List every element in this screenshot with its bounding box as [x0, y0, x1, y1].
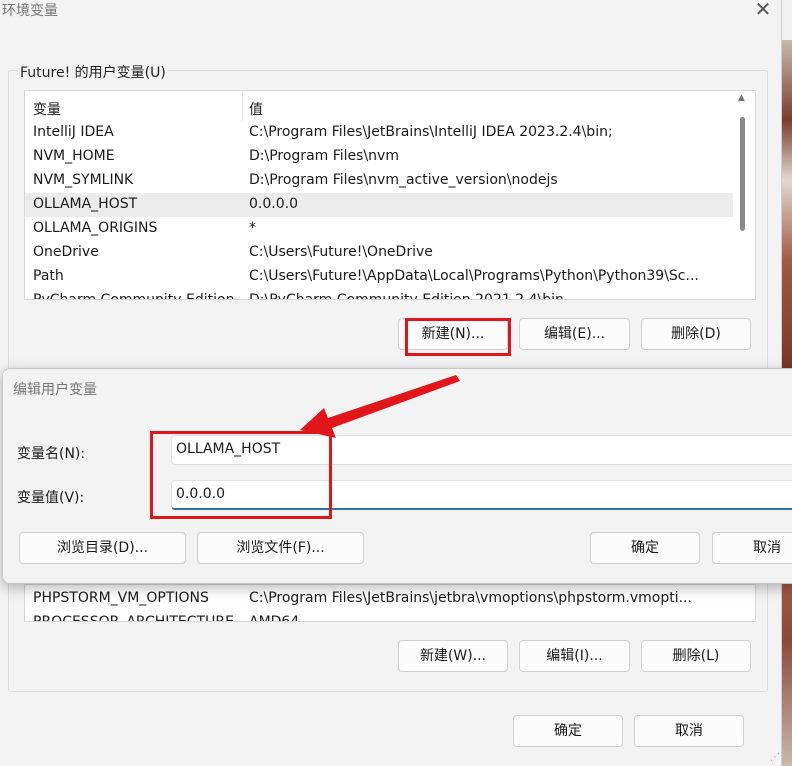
- annotation-arrow-icon: [300, 375, 460, 438]
- arrow-shape: [300, 375, 460, 438]
